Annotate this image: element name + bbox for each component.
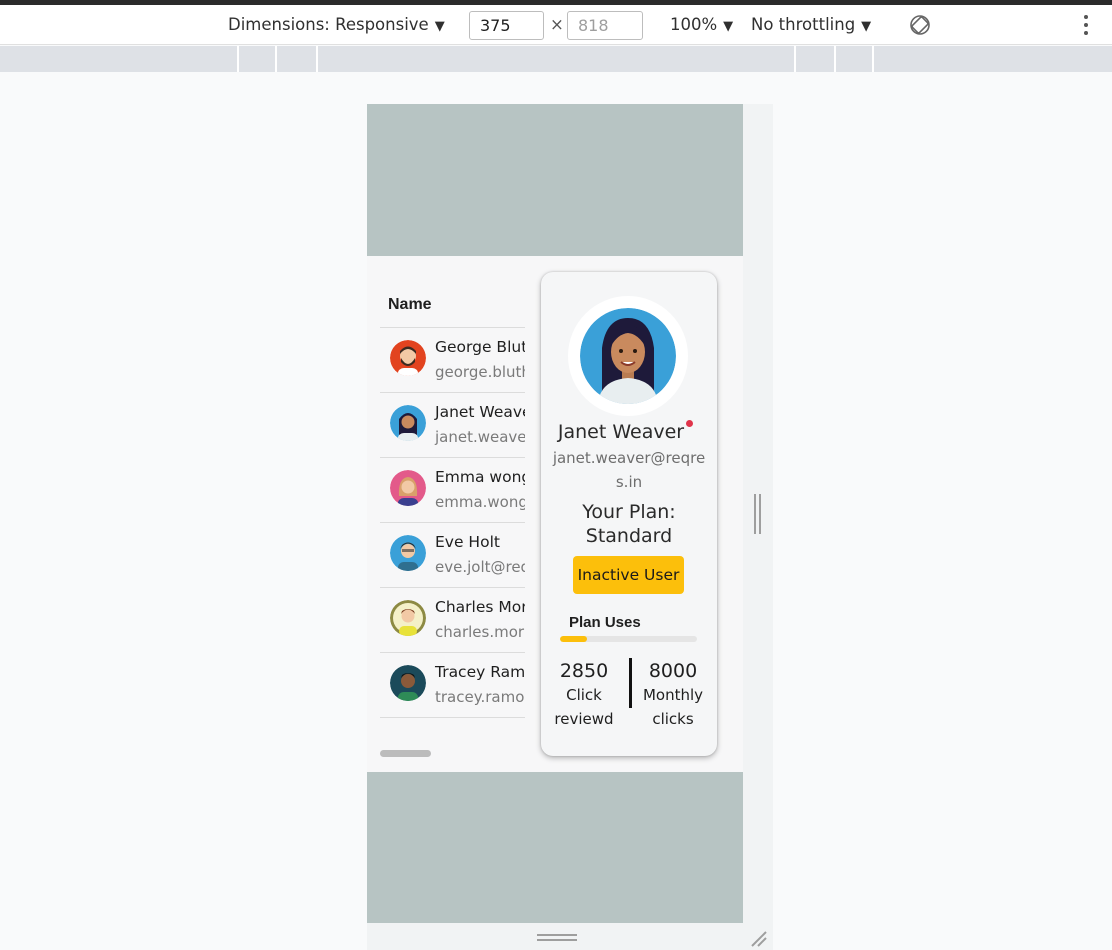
plan-uses-progress-fill bbox=[560, 636, 588, 642]
stats-divider bbox=[629, 658, 632, 708]
stat-clicks-reviewed: 2850 Click reviewd bbox=[544, 659, 624, 731]
zoom-label: 100% bbox=[670, 15, 718, 34]
throttling-label: No throttling bbox=[751, 15, 856, 34]
profile-email: janet.weaver@reqres.in bbox=[552, 449, 706, 491]
user-email: emma.wong@reqres.in bbox=[435, 493, 525, 511]
user-name: Charles Morris bbox=[435, 598, 525, 616]
avatar bbox=[390, 665, 426, 701]
height-input[interactable]: 818 bbox=[567, 11, 643, 40]
chevron-down-icon: ▼ bbox=[861, 19, 872, 34]
avatar bbox=[390, 470, 426, 506]
device-viewport: Name George Bluth george.bluth@reqres.in… bbox=[367, 104, 743, 923]
chevron-down-icon: ▼ bbox=[723, 19, 734, 34]
plan-heading: Your Plan: bbox=[582, 501, 676, 523]
user-email: eve.jolt@reqres.in bbox=[435, 558, 525, 576]
plan-name: Standard bbox=[585, 525, 673, 547]
devtools-device-toolbar: Dimensions: Responsive ▼ 375 × 818 100% ▼ … bbox=[0, 5, 1112, 45]
avatar bbox=[390, 340, 426, 376]
profile-avatar bbox=[580, 308, 676, 404]
throttling-dropdown[interactable]: No throttling ▼ bbox=[751, 5, 871, 45]
table-row[interactable]: Eve Holt eve.jolt@reqres.in bbox=[380, 522, 525, 586]
more-options-icon[interactable] bbox=[1078, 13, 1094, 37]
users-table: Name George Bluth george.bluth@reqres.in… bbox=[367, 256, 743, 772]
stat-label: Monthly bbox=[642, 686, 704, 704]
table-row[interactable]: Emma wong emma.wong@reqres.in bbox=[380, 457, 525, 521]
chevron-down-icon: ▼ bbox=[434, 19, 445, 34]
user-email: charles.morris@reqres.in bbox=[435, 623, 525, 641]
dimensions-label: Dimensions: Responsive bbox=[228, 15, 429, 34]
table-row[interactable]: Tracey Ramos tracey.ramos@reqres.in bbox=[380, 652, 525, 716]
avatar bbox=[390, 535, 426, 571]
width-input[interactable]: 375 bbox=[469, 11, 544, 40]
times-icon: × bbox=[550, 15, 564, 34]
user-name: Tracey Ramos bbox=[435, 663, 525, 681]
user-email: george.bluth@reqres.in bbox=[435, 363, 525, 381]
user-name: Janet Weaver bbox=[435, 403, 525, 421]
user-email: janet.weaver@reqres.in bbox=[435, 428, 525, 446]
resize-handle-bottom[interactable] bbox=[537, 934, 577, 942]
profile-name: Janet Weaver bbox=[557, 421, 685, 443]
status-dot bbox=[686, 420, 693, 427]
media-query-ruler bbox=[0, 46, 1112, 72]
column-header-name: Name bbox=[388, 296, 432, 313]
user-name: Eve Holt bbox=[435, 533, 500, 551]
table-row[interactable]: George Bluth george.bluth@reqres.in bbox=[380, 327, 525, 391]
dimensions-dropdown[interactable]: Dimensions: Responsive ▼ bbox=[228, 5, 445, 45]
inactive-user-button[interactable]: Inactive User bbox=[573, 556, 684, 594]
zoom-dropdown[interactable]: 100% ▼ bbox=[670, 5, 733, 45]
user-email: tracey.ramos@reqres.in bbox=[435, 688, 525, 706]
resize-corner-icon[interactable] bbox=[748, 928, 768, 948]
profile-avatar-ring bbox=[568, 296, 688, 416]
user-name: Emma wong bbox=[435, 468, 525, 486]
stat-value: 2850 bbox=[559, 660, 609, 682]
avatar bbox=[390, 405, 426, 441]
table-divider bbox=[380, 717, 525, 718]
rotate-icon[interactable] bbox=[908, 13, 932, 37]
horizontal-scrollbar[interactable] bbox=[380, 750, 431, 757]
plan-uses-label: Plan Uses bbox=[569, 614, 641, 631]
avatar bbox=[390, 600, 426, 636]
table-row[interactable]: Janet Weaver janet.weaver@reqres.in bbox=[380, 392, 525, 456]
stat-label: clicks bbox=[652, 710, 694, 728]
resize-handle-right[interactable] bbox=[754, 494, 762, 534]
profile-card: Janet Weaver janet.weaver@reqres.in Your… bbox=[541, 272, 717, 756]
stat-value: 8000 bbox=[648, 660, 698, 682]
stat-label: reviewd bbox=[554, 710, 614, 728]
plan-uses-progress bbox=[560, 636, 697, 642]
user-name: George Bluth bbox=[435, 338, 525, 356]
plan-info: Your Plan: Standard bbox=[541, 500, 717, 548]
stat-label: Click bbox=[566, 686, 602, 704]
table-row[interactable]: Charles Morris charles.morris@reqres.in bbox=[380, 587, 525, 651]
stat-monthly-clicks: 8000 Monthly clicks bbox=[633, 659, 713, 731]
